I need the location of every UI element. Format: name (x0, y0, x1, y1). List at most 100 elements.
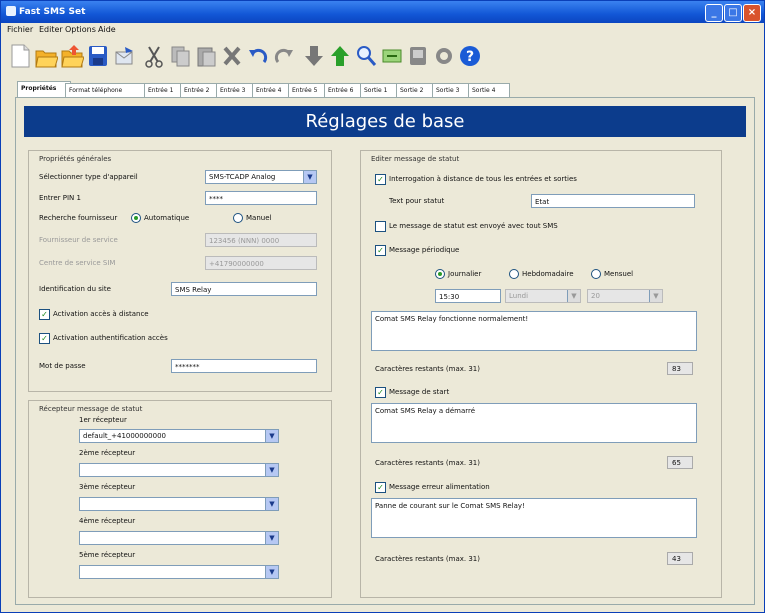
tab-strip: Propriétés Format téléphone Entrée 1 Ent… (1, 81, 764, 97)
device-type-select[interactable]: SMS-TCADP Analog ▼ (205, 170, 317, 184)
chars-remaining-label: Caractères restants (max. 31) (375, 459, 480, 467)
power-error-textarea[interactable]: Panne de courant sur le Comat SMS Relay! (371, 498, 697, 538)
power-error-checkbox[interactable]: ✓ (375, 482, 386, 493)
pin-input[interactable]: **** (205, 191, 317, 205)
receiver-1-label: 1er récepteur (79, 416, 127, 424)
device-type-label: Sélectionner type d'appareil (39, 173, 138, 181)
undo-icon[interactable] (245, 41, 271, 71)
export-icon[interactable] (379, 41, 405, 71)
group-title: Propriétés générales (39, 155, 112, 163)
time-input[interactable]: 15:30 (435, 289, 501, 303)
password-input[interactable]: ******* (171, 359, 317, 373)
receiver-5-select[interactable]: ▼ (79, 565, 279, 579)
open-folder-icon[interactable] (59, 41, 85, 71)
start-message-checkbox[interactable]: ✓ (375, 387, 386, 398)
status-message-group: Editer message de statut ✓ Interrogation… (360, 150, 722, 598)
receiver-5-label: 5ème récepteur (79, 551, 136, 559)
send-icon[interactable] (111, 41, 137, 71)
menu-bar: Fichier Editer Options Aide (1, 23, 764, 37)
delete-icon[interactable] (219, 41, 245, 71)
chevron-down-icon: ▼ (567, 290, 580, 302)
chevron-down-icon: ▼ (265, 498, 278, 510)
receiver-4-label: 4ème récepteur (79, 517, 136, 525)
monthly-label: Mensuel (604, 270, 634, 278)
site-id-input[interactable]: SMS Relay (171, 282, 317, 296)
provider-manual-label: Manuel (246, 214, 272, 222)
tab-sortie-4[interactable]: Sortie 4 (468, 83, 510, 97)
remote-access-label: Activation accès à distance (53, 310, 149, 318)
start-message-label: Message de start (389, 388, 450, 396)
redo-icon[interactable] (271, 41, 297, 71)
every-sms-label: Le message de statut est envoyé avec tou… (389, 222, 558, 230)
provider-manual-radio[interactable] (233, 213, 243, 223)
chars-remaining-label: Caractères restants (max. 31) (375, 555, 480, 563)
chars-remaining-label: Caractères restants (max. 31) (375, 365, 480, 373)
auth-label: Activation authentification accès (53, 334, 168, 342)
start-message-textarea[interactable]: Comat SMS Relay a démarré (371, 403, 697, 443)
arrow-down-icon[interactable] (301, 41, 327, 71)
status-text-input[interactable]: Etat (531, 194, 695, 208)
power-error-label: Message erreur alimentation (389, 483, 490, 491)
menu-editer[interactable]: Editer (39, 25, 63, 34)
toolbar: ? (1, 37, 764, 79)
every-sms-checkbox[interactable] (375, 221, 386, 232)
date-value: 20 (591, 292, 600, 300)
maximize-button[interactable]: □ (724, 4, 742, 22)
copy-icon[interactable] (167, 41, 193, 71)
save-icon[interactable] (85, 41, 111, 71)
receiver-4-select[interactable]: ▼ (79, 531, 279, 545)
arrow-up-icon[interactable] (327, 41, 353, 71)
menu-aide[interactable]: Aide (98, 25, 116, 34)
periodic-checkbox[interactable]: ✓ (375, 245, 386, 256)
provider-auto-label: Automatique (144, 214, 190, 222)
provider-number-label: Fournisseur de service (39, 236, 118, 244)
tab-proprietes[interactable]: Propriétés (17, 81, 71, 97)
chevron-down-icon: ▼ (265, 430, 278, 442)
new-icon[interactable] (7, 41, 33, 71)
interrogation-checkbox[interactable]: ✓ (375, 174, 386, 185)
menu-options[interactable]: Options (65, 25, 96, 34)
periodic-message-textarea[interactable]: Comat SMS Relay fonctionne normalement! (371, 311, 697, 351)
auth-checkbox[interactable]: ✓ (39, 333, 50, 344)
interrogation-label: Interrogation à distance de tous les ent… (389, 175, 577, 183)
chars-remaining-power: 43 (667, 552, 693, 565)
help-icon[interactable]: ? (457, 41, 483, 71)
receiver-2-select[interactable]: ▼ (79, 463, 279, 477)
password-label: Mot de passe (39, 362, 86, 370)
tab-panel: Réglages de base Propriétés générales Sé… (15, 97, 755, 605)
group-title: Editer message de statut (371, 155, 460, 163)
page-title: Réglages de base (24, 106, 746, 137)
sim-center-label: Centre de service SIM (39, 259, 116, 267)
weekly-radio[interactable] (509, 269, 519, 279)
search-icon[interactable] (353, 41, 379, 71)
device-type-value: SMS-TCADP Analog (209, 173, 276, 181)
receiver-3-label: 3ème récepteur (79, 483, 136, 491)
refresh-icon[interactable] (431, 41, 457, 71)
chars-remaining-start: 65 (667, 456, 693, 469)
sim-center-input: +41790000000 (205, 256, 317, 270)
cut-icon[interactable] (141, 41, 167, 71)
remote-access-checkbox[interactable]: ✓ (39, 309, 50, 320)
receiver-3-select[interactable]: ▼ (79, 497, 279, 511)
general-properties-group: Propriétés générales Sélectionner type d… (28, 150, 332, 392)
provider-number-input: 123456 (NNN) 0000 (205, 233, 317, 247)
open-icon[interactable] (33, 41, 59, 71)
device-icon[interactable] (405, 41, 431, 71)
weekly-label: Hebdomadaire (522, 270, 574, 278)
monthly-radio[interactable] (591, 269, 601, 279)
tab-format-telephone[interactable]: Format téléphone (65, 83, 149, 97)
daily-radio[interactable] (435, 269, 445, 279)
minimize-button[interactable]: _ (705, 4, 723, 22)
pin-label: Entrer PIN 1 (39, 194, 81, 202)
menu-fichier[interactable]: Fichier (7, 25, 33, 34)
provider-auto-radio[interactable] (131, 213, 141, 223)
receiver-1-select[interactable]: default_+41000000000 ▼ (79, 429, 279, 443)
daily-label: Journalier (448, 270, 482, 278)
day-value: Lundi (509, 292, 529, 300)
close-button[interactable]: × (743, 4, 761, 22)
paste-icon[interactable] (193, 41, 219, 71)
receiver-2-label: 2ème récepteur (79, 449, 136, 457)
chevron-down-icon: ▼ (265, 464, 278, 476)
periodic-label: Message périodique (389, 246, 460, 254)
day-select: Lundi ▼ (505, 289, 581, 303)
